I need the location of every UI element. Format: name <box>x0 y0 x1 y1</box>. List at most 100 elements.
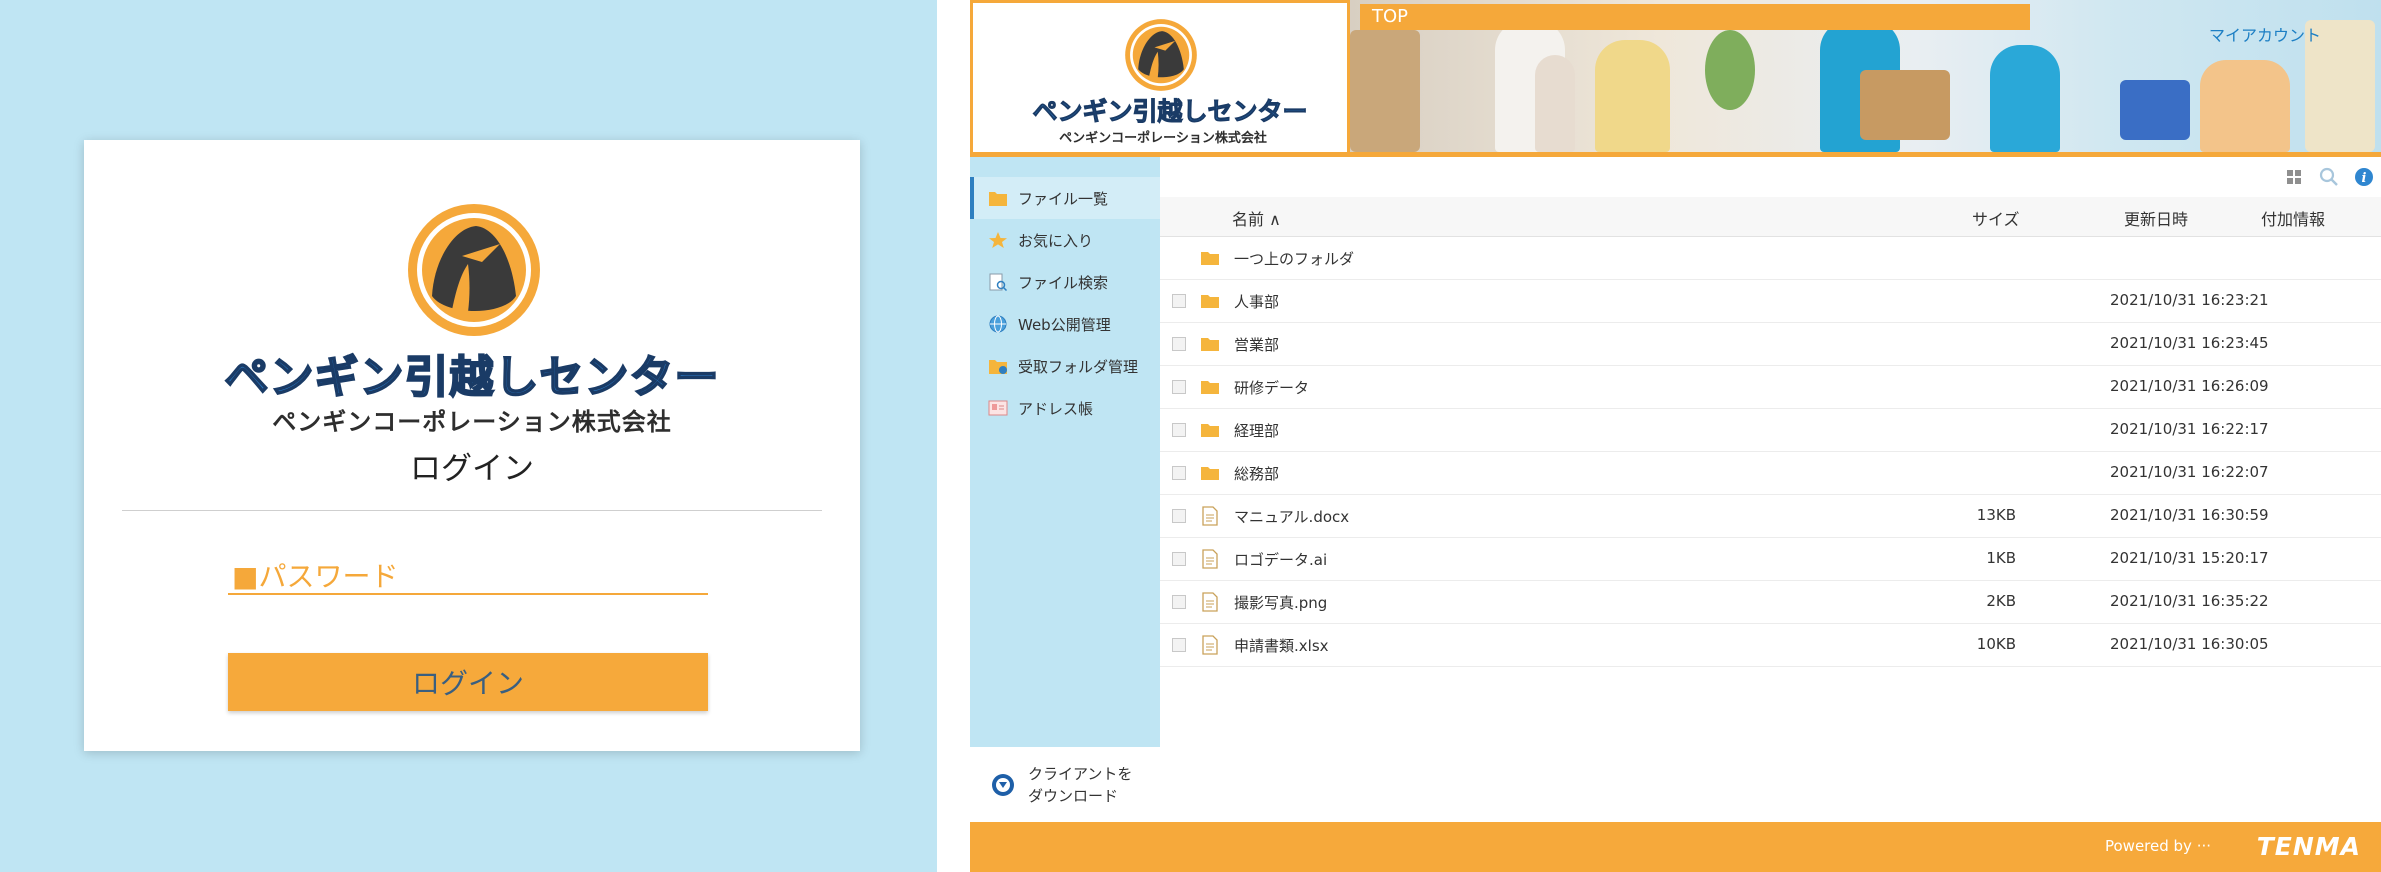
sidebar-item-label: アドレス帳 <box>1018 399 1094 418</box>
document-icon <box>1202 549 1218 569</box>
file-name: 申請書類.xlsx <box>1234 637 1329 655</box>
row-checkbox[interactable] <box>1172 380 1186 394</box>
file-list-panel: i 名前 ∧ サイズ 更新日時 付加情報 一つ上のフォルダ 人事部 2021/10… <box>1160 157 2381 822</box>
table-row[interactable]: 人事部 2021/10/31 16:23:21 <box>1160 280 2381 323</box>
penguin-logo-icon <box>408 204 540 336</box>
search-icon[interactable] <box>2319 167 2339 187</box>
row-checkbox[interactable] <box>1172 337 1186 351</box>
file-date: 2021/10/31 16:30:05 <box>2110 635 2269 653</box>
password-input[interactable] <box>228 559 708 595</box>
file-name: 人事部 <box>1234 293 1280 311</box>
tenma-logo: TENMA <box>2256 832 2361 861</box>
login-panel: ペンギン引越しセンター ペンギンコーポレーション株式会社 ログイン ログイン <box>0 0 937 872</box>
login-card: ペンギン引越しセンター ペンギンコーポレーション株式会社 ログイン ログイン <box>84 140 860 751</box>
sidebar-item-label: ファイル一覧 <box>1018 189 1109 208</box>
header-logo[interactable]: ペンギン引越しセンター ペンギンコーポレーション株式会社 <box>970 0 1350 152</box>
table-row[interactable]: マニュアル.docx 13KB 2021/10/31 16:30:59 <box>1160 495 2381 538</box>
sidebar-item-label: Web公開管理 <box>1018 315 1111 334</box>
divider <box>122 510 822 511</box>
up-folder-row[interactable]: 一つ上のフォルダ <box>1160 237 2381 280</box>
tab-top[interactable]: TOP <box>1360 4 2030 30</box>
svg-text:ペンギン引越しセンター: ペンギン引越しセンター <box>225 352 720 400</box>
sidebar-item-label: 受取フォルダ管理 <box>1018 357 1139 376</box>
toolbar: i <box>2261 157 2381 197</box>
logo-title-text: ペンギン引越しセンター <box>224 351 720 400</box>
logo-title-text: ペンギン引越しセンター <box>1032 97 1308 126</box>
file-date: 2021/10/31 16:22:17 <box>2110 420 2269 438</box>
row-checkbox[interactable] <box>1172 638 1186 652</box>
folder-icon <box>1201 424 1219 437</box>
inbox-folder-icon <box>989 360 1007 374</box>
login-heading: ログイン <box>410 451 534 487</box>
table-row[interactable]: ロゴデータ.ai 1KB 2021/10/31 15:20:17 <box>1160 538 2381 581</box>
list-header: 名前 ∧ サイズ 更新日時 付加情報 <box>1160 197 2381 237</box>
file-date: 2021/10/31 16:23:21 <box>2110 291 2269 309</box>
file-name: マニュアル.docx <box>1234 508 1350 526</box>
row-checkbox[interactable] <box>1172 294 1186 308</box>
penguin-logo-icon <box>1125 19 1197 91</box>
document-icon <box>1202 635 1218 655</box>
svg-text:ペンギン引越しセンター: ペンギン引越しセンター <box>1032 97 1307 125</box>
file-size: 13KB <box>1976 506 2016 524</box>
file-size: 1KB <box>1986 549 2016 567</box>
my-account-link[interactable]: マイアカウント <box>2209 22 2321 46</box>
download-globe-icon <box>992 773 1014 796</box>
sidebar-item-favorites[interactable]: お気に入り <box>970 219 1160 261</box>
file-name: 経理部 <box>1234 422 1280 440</box>
info-icon[interactable]: i <box>2354 167 2374 187</box>
file-name: 撮影写真.png <box>1234 594 1328 612</box>
file-date: 2021/10/31 16:26:09 <box>2110 377 2269 395</box>
file-name: 営業部 <box>1234 336 1280 354</box>
grid-view-icon[interactable] <box>2286 169 2302 185</box>
column-header-name[interactable]: 名前 ∧ <box>1232 206 1281 230</box>
file-date: 2021/10/31 16:35:22 <box>2110 592 2269 610</box>
file-search-icon <box>989 273 1008 291</box>
footer: Powered by ··· TENMA <box>970 822 2381 872</box>
client-download-button[interactable]: クライアントを ダウンロード <box>970 747 1160 822</box>
login-button[interactable]: ログイン <box>228 653 708 711</box>
file-name: ロゴデータ.ai <box>1234 551 1328 569</box>
sidebar-item-file-list[interactable]: ファイル一覧 <box>970 177 1160 219</box>
globe-icon <box>989 315 1007 333</box>
column-header-size[interactable]: サイズ <box>1972 206 2020 230</box>
sidebar-item-address-book[interactable]: アドレス帳 <box>970 387 1160 429</box>
table-row[interactable]: 研修データ 2021/10/31 16:26:09 <box>1160 366 2381 409</box>
row-checkbox[interactable] <box>1172 466 1186 480</box>
person-image <box>1595 40 1670 152</box>
client-download-label: クライアントを ダウンロード <box>1028 764 1133 805</box>
svg-text:i: i <box>2362 171 2367 186</box>
folder-icon <box>1201 295 1219 308</box>
column-header-info[interactable]: 付加情報 <box>2261 206 2325 230</box>
powered-by-text: Powered by ··· <box>2104 837 2211 855</box>
table-row[interactable]: 撮影写真.png 2KB 2021/10/31 16:35:22 <box>1160 581 2381 624</box>
sidebar-item-file-search[interactable]: ファイル検索 <box>970 261 1160 303</box>
folder-icon <box>1201 338 1219 351</box>
table-row[interactable]: 申請書類.xlsx 10KB 2021/10/31 16:30:05 <box>1160 624 2381 667</box>
folder-icon <box>1201 381 1219 394</box>
sidebar-item-web-publish[interactable]: Web公開管理 <box>970 303 1160 345</box>
file-size: 10KB <box>1976 635 2016 653</box>
sidebar-item-label: ファイル検索 <box>1018 273 1109 292</box>
file-name: 研修データ <box>1234 379 1310 397</box>
table-row[interactable]: 経理部 2021/10/31 16:22:17 <box>1160 409 2381 452</box>
row-checkbox[interactable] <box>1172 595 1186 609</box>
sidebar: ファイル一覧 お気に入り ファイル検索 Web公開管理 受取フォルダ管理 アドレ… <box>970 157 1160 822</box>
folder-icon <box>989 192 1007 206</box>
header-banner-image: TOP マイアカウント <box>1350 0 2381 152</box>
folder-icon <box>1201 467 1219 480</box>
table-row[interactable]: 総務部 2021/10/31 16:22:07 <box>1160 452 2381 495</box>
table-row[interactable]: 営業部 2021/10/31 16:23:45 <box>1160 323 2381 366</box>
row-checkbox[interactable] <box>1172 423 1186 437</box>
file-date: 2021/10/31 16:23:45 <box>2110 334 2269 352</box>
file-name: 総務部 <box>1234 465 1280 483</box>
plant-image <box>1705 30 1755 110</box>
row-checkbox[interactable] <box>1172 552 1186 566</box>
row-checkbox[interactable] <box>1172 509 1186 523</box>
sidebar-item-inbox-folder[interactable]: 受取フォルダ管理 <box>970 345 1160 387</box>
file-size: 2KB <box>1986 592 2016 610</box>
column-header-date[interactable]: 更新日時 <box>2124 206 2188 230</box>
cardboard-box-image <box>1860 70 1950 140</box>
file-name: 一つ上のフォルダ <box>1234 250 1355 268</box>
family-illustration <box>2200 60 2290 152</box>
truck-illustration <box>2120 80 2190 140</box>
